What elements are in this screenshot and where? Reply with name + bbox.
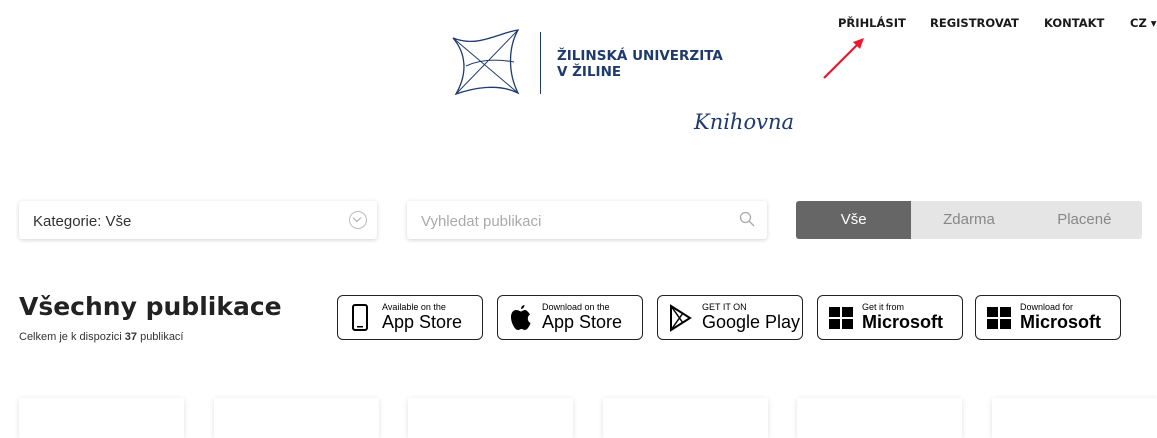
university-name-line1: ŽILINSKÁ UNIVERZITA xyxy=(557,48,723,64)
store-big-label: Microsoft xyxy=(1020,312,1101,332)
library-subtitle: Knihovna xyxy=(694,110,795,134)
university-logo-icon xyxy=(452,29,520,96)
phone-icon xyxy=(352,304,368,331)
store-big-label: Microsoft xyxy=(862,312,943,332)
logo-divider xyxy=(540,32,541,94)
publication-card[interactable] xyxy=(797,398,962,438)
annotation-arrow-icon xyxy=(823,38,864,79)
app-store-badge-phone[interactable]: Available on the App Store xyxy=(337,295,483,340)
play-icon xyxy=(670,304,692,332)
count-prefix: Celkem je k dispozici xyxy=(19,331,125,343)
category-dropdown[interactable]: Kategorie: Vše xyxy=(19,201,377,239)
page-title: Všechny publikace xyxy=(19,292,282,321)
nav-register-link[interactable]: REGISTROVAT xyxy=(930,16,1019,30)
segment-free[interactable]: Zdarma xyxy=(911,201,1026,239)
segment-paid[interactable]: Placené xyxy=(1027,201,1142,239)
google-play-badge[interactable]: GET IT ON Google Play xyxy=(657,295,803,340)
store-small-label: Get it from xyxy=(862,302,905,312)
microsoft-download-badge[interactable]: Download for Microsoft xyxy=(975,295,1121,340)
app-store-badge-apple[interactable]: Download on the App Store xyxy=(497,295,643,340)
price-filter-segmented: Vše Zdarma Placené xyxy=(796,201,1142,239)
university-name-line2: V ŽILINE xyxy=(557,64,622,80)
windows-icon xyxy=(829,307,853,329)
nav-contact-link[interactable]: KONTAKT xyxy=(1044,16,1104,30)
publication-card[interactable] xyxy=(603,398,768,438)
count-number: 37 xyxy=(124,331,138,343)
nav-login-link[interactable]: PŘIHLÁSIT xyxy=(838,16,906,30)
chevron-down-icon xyxy=(349,211,367,229)
category-value: Kategorie: Vše xyxy=(33,213,132,230)
store-big-label: Google Play xyxy=(702,312,801,332)
store-small-label: Download for xyxy=(1020,302,1074,312)
windows-icon xyxy=(987,307,1011,329)
store-big-label: App Store xyxy=(542,312,623,332)
store-small-label: Available on the xyxy=(382,302,446,312)
store-small-label: Download on the xyxy=(542,302,610,312)
store-small-label: GET IT ON xyxy=(702,302,747,312)
publication-count: Celkem je k dispozici 37 publikací xyxy=(19,331,184,343)
count-suffix: publikací xyxy=(137,331,184,343)
microsoft-store-badge[interactable]: Get it from Microsoft xyxy=(817,295,963,340)
publication-card[interactable] xyxy=(992,398,1157,438)
publication-card[interactable] xyxy=(408,398,573,438)
language-selector[interactable]: CZ ▾ xyxy=(1130,16,1157,30)
search-input[interactable]: Vyhledat publikaci xyxy=(407,201,767,239)
publication-card[interactable] xyxy=(19,398,184,438)
segment-all[interactable]: Vše xyxy=(796,201,912,239)
apple-icon xyxy=(511,305,531,330)
university-name: ŽILINSKÁ UNIVERZITA V ŽILINE xyxy=(557,48,723,80)
search-placeholder: Vyhledat publikaci xyxy=(421,213,542,230)
store-big-label: App Store xyxy=(382,312,463,332)
publication-card[interactable] xyxy=(214,398,379,438)
search-icon xyxy=(739,211,755,227)
